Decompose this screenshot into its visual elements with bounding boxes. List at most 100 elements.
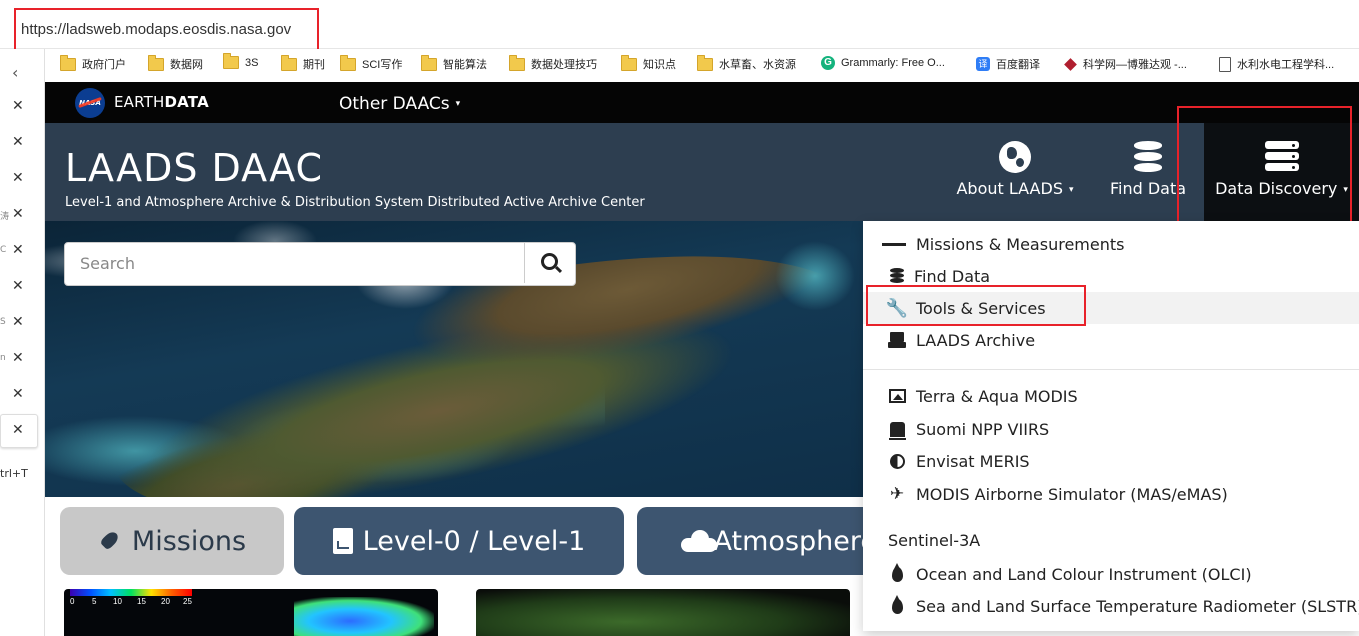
tab-title-fragment: n — [0, 353, 6, 363]
chevron-left-icon[interactable]: ‹ — [12, 63, 18, 82]
data-thumbnail[interactable]: 0 5 10 15 20 25 — [64, 589, 438, 636]
missions-category-button[interactable]: Missions — [60, 507, 284, 575]
close-tab-icon[interactable]: ✕ — [12, 170, 24, 186]
earthdata-wordmark[interactable]: EARTHDATA — [114, 93, 209, 111]
caret-down-icon: ▾ — [455, 99, 461, 109]
bookmark-item[interactable]: G Grammarly: Free O... — [821, 56, 945, 70]
url-highlight-box — [14, 8, 319, 53]
bookmark-item[interactable]: 政府门户 — [60, 54, 126, 72]
bookmark-item[interactable]: 水利水电工程学科... — [1219, 56, 1334, 72]
bookmark-item[interactable]: 数据网 — [148, 54, 203, 72]
close-tab-icon[interactable]: ✕ — [12, 278, 24, 294]
tab-title-fragment: S — [0, 317, 6, 327]
bookmark-item[interactable]: 期刊 — [281, 54, 325, 72]
caret-down-icon: ▾ — [1068, 184, 1074, 195]
page-icon — [1219, 56, 1231, 72]
site-subtitle: Level-1 and Atmosphere Archive & Distrib… — [65, 195, 645, 210]
database-icon — [1134, 141, 1162, 173]
atmosphere-category-button[interactable]: Atmosphere — [637, 507, 877, 575]
plane-icon: ✈ — [889, 484, 905, 504]
search-input[interactable] — [65, 243, 525, 283]
search-icon — [541, 253, 558, 270]
menu-item-suomi-npp-viirs[interactable]: Suomi NPP VIIRS — [863, 413, 1359, 445]
database-icon — [888, 267, 906, 285]
globe-icon — [999, 141, 1031, 173]
colorbar-tick: 20 — [161, 597, 170, 606]
data-discovery-highlight-box — [1177, 106, 1352, 223]
menu-item-envisat-meris[interactable]: Envisat MERIS — [863, 445, 1359, 477]
search-box — [64, 242, 576, 286]
colorbar-tick: 0 — [70, 597, 75, 606]
folder-icon — [621, 54, 637, 71]
new-tab-shortcut-hint: trl+T — [0, 467, 28, 480]
colorbar-tick: 15 — [137, 597, 146, 606]
droplet-icon — [888, 562, 906, 583]
close-tab-icon[interactable]: ✕ — [12, 206, 24, 222]
droplet-icon — [888, 594, 906, 615]
menu-divider — [863, 369, 1359, 370]
bookmark-item[interactable]: 智能算法 — [421, 54, 487, 72]
folder-icon — [223, 53, 239, 69]
folder-icon — [421, 54, 437, 71]
close-tab-icon[interactable]: ✕ — [12, 350, 24, 366]
menu-item-missions-measurements[interactable]: Missions & Measurements — [863, 228, 1359, 260]
close-tab-icon[interactable]: ✕ — [12, 98, 24, 114]
colorbar-tick: 10 — [113, 597, 122, 606]
file-chart-icon — [332, 528, 353, 554]
rocket-icon — [98, 529, 122, 553]
colorbar-tick: 25 — [183, 597, 192, 606]
close-tab-icon[interactable]: ✕ — [12, 242, 24, 258]
hard-drive-icon — [888, 331, 906, 349]
colorbar — [70, 589, 192, 596]
bookmark-item[interactable]: SCI写作 — [340, 54, 402, 72]
active-tab[interactable]: ✕ — [0, 414, 38, 448]
menu-heading-sentinel-3a: Sentinel-3A — [888, 531, 981, 550]
bookmark-item[interactable]: 译百度翻译 — [976, 56, 1040, 72]
vertical-tab-strip: ‹ ✕ ✕ ✕ 涛 ✕ C ✕ ✕ S ✕ n ✕ ✕ ✕ trl+T — [0, 49, 45, 636]
other-daacs-menu[interactable]: Other DAACs ▾ — [339, 94, 460, 114]
menu-item-slstr[interactable]: Sea and Land Surface Temperature Radiome… — [863, 590, 1359, 622]
bookmark-item[interactable]: 知识点 — [621, 54, 676, 72]
tab-title-fragment: 涛 — [0, 212, 10, 222]
bookmark-item[interactable]: 数据处理技巧 — [509, 54, 597, 72]
menu-item-terra-aqua-modis[interactable]: Terra & Aqua MODIS — [863, 380, 1359, 412]
bookmark-item[interactable]: 3S — [223, 53, 258, 69]
bookmarks-bar: 政府门户 数据网 3S 期刊 SCI写作 智能算法 数据处理技巧 知识点 水草畜… — [45, 49, 1359, 79]
level0-level1-category-button[interactable]: Level-0 / Level-1 — [294, 507, 624, 575]
close-tab-icon[interactable]: ✕ — [12, 422, 24, 438]
tools-services-highlight-box — [866, 285, 1086, 326]
sciencenet-icon — [1064, 57, 1077, 71]
bookmark-item[interactable]: 科学网—博雅达观 -... — [1064, 56, 1187, 72]
close-tab-icon[interactable]: ✕ — [12, 134, 24, 150]
tab-title-fragment: C — [0, 245, 7, 255]
folder-icon — [281, 54, 297, 71]
menu-item-olci[interactable]: Ocean and Land Colour Instrument (OLCI) — [863, 558, 1359, 590]
folder-icon — [60, 54, 76, 71]
half-circle-icon — [888, 452, 906, 470]
nasa-logo[interactable]: NASA — [75, 88, 105, 118]
hero-reef — [775, 241, 855, 311]
menu-item-modis-airborne-simulator[interactable]: ✈ MODIS Airborne Simulator (MAS/eMAS) — [863, 478, 1359, 510]
hero-satellite-image — [45, 221, 863, 497]
folder-icon — [509, 54, 525, 71]
bookmark-item[interactable]: 水草畜、水资源 — [697, 54, 796, 72]
search-button[interactable] — [524, 243, 575, 283]
earthdata-bar: NASA EARTHDATA Other DAACs ▾ — [45, 82, 1359, 123]
data-thumbnail[interactable] — [476, 589, 850, 636]
close-tab-icon[interactable]: ✕ — [12, 314, 24, 330]
folder-icon — [148, 54, 164, 71]
laads-header: LAADS DAAC Level-1 and Atmosphere Archiv… — [45, 123, 1359, 221]
menu-item-laads-archive[interactable]: LAADS Archive — [863, 324, 1359, 356]
translate-icon: 译 — [976, 57, 990, 71]
close-tab-icon[interactable]: ✕ — [12, 386, 24, 402]
data-discovery-dropdown: Missions & Measurements Find Data 🔧 Tool… — [863, 221, 1359, 631]
nav-about-laads[interactable]: About LAADS ▾ — [945, 123, 1085, 221]
list-icon — [882, 235, 906, 253]
folder-icon — [697, 54, 713, 71]
site-title[interactable]: LAADS DAAC — [65, 146, 323, 190]
folder-icon — [340, 54, 356, 71]
cloud-icon — [681, 530, 717, 552]
image-icon — [888, 387, 906, 405]
grammarly-icon: G — [821, 56, 835, 70]
thumbnail-data-overlay — [294, 597, 434, 636]
